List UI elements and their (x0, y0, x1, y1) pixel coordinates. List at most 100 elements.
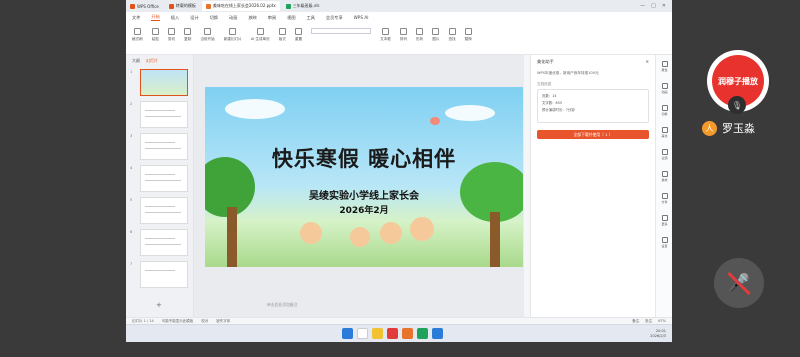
sidebar-properties[interactable]: 属性 (659, 61, 670, 72)
slide-thumbnail-2[interactable] (140, 101, 188, 128)
find-button[interactable]: 查找 (448, 28, 456, 42)
font-selector[interactable] (311, 28, 372, 34)
tab-template[interactable]: 转载的模板 (165, 1, 200, 11)
menu-insert[interactable]: 插入 (171, 15, 179, 21)
notes-toggle[interactable]: 备注 (632, 319, 639, 324)
comments-toggle[interactable]: 批注 (645, 319, 652, 324)
tab-outline[interactable]: 大纲 (132, 58, 140, 64)
ppt-taskbar-icon[interactable] (402, 328, 413, 339)
file-icon (661, 193, 668, 199)
system-clock[interactable]: 20:01 2026/2/3 (650, 329, 666, 338)
current-slide[interactable]: 快乐寒假 暖心相伴 吴绫实验小学线上家长会 2026年2月 (205, 87, 523, 267)
tab-xls[interactable]: 三年级班级.xls (282, 1, 324, 11)
child-figure (380, 222, 402, 244)
sidebar-file[interactable]: 文件 (659, 193, 670, 204)
minimize-icon[interactable]: — (640, 3, 645, 9)
slide-thumbnail-panel: 大纲 幻灯片 1 2 3 4 5 6 7 + (126, 55, 194, 317)
start-icon[interactable] (342, 328, 353, 339)
slide-thumbnail-3[interactable] (140, 133, 188, 160)
cloud-decoration (225, 99, 285, 119)
tab-wps-home[interactable]: WPS Office (126, 1, 163, 11)
promo-text[interactable]: WPS年度优惠，新用户首年特惠100元 (531, 69, 655, 78)
menu-slideshow[interactable]: 放映 (248, 15, 256, 21)
thumb-text-line (145, 244, 181, 245)
arrange-button[interactable]: 排列 (400, 28, 407, 42)
wps-taskbar-icon[interactable] (387, 328, 398, 339)
shape-button[interactable]: 形状 (416, 28, 423, 42)
copy-button[interactable]: 复制 (184, 28, 191, 42)
brush-icon (133, 28, 141, 35)
menu-view[interactable]: 视图 (287, 15, 295, 21)
slide-thumbnail-4[interactable] (140, 165, 188, 192)
menu-file[interactable]: 文件 (132, 15, 140, 21)
sidebar-transition[interactable]: 切换 (659, 105, 670, 116)
search-icon[interactable] (357, 328, 368, 339)
shape-icon (416, 28, 424, 35)
avatar: 人 (702, 120, 717, 136)
cloud-decoration (445, 105, 495, 121)
reset-button[interactable]: 重置 (295, 28, 302, 42)
menu-transition[interactable]: 切换 (210, 15, 218, 21)
slide-number: 2 (130, 102, 133, 106)
menu-wps-ai[interactable]: WPS AI (354, 15, 369, 20)
sidebar-settings[interactable]: 设置 (659, 237, 670, 248)
xls-taskbar-icon[interactable] (417, 328, 428, 339)
proofing-button[interactable]: 校对 (201, 319, 208, 324)
textbox-button[interactable]: 文本框 (380, 28, 391, 42)
user-chip[interactable]: 人 罗玉淼 (702, 120, 755, 136)
sidebar-theme[interactable]: 主题 (659, 149, 670, 160)
layout-button[interactable]: 版式 (279, 28, 286, 42)
sidebar-beautify[interactable]: 美化 (659, 127, 670, 138)
menu-animation[interactable]: 动画 (229, 15, 237, 21)
thumb-text-line (145, 110, 175, 111)
notes-placeholder[interactable]: 单击此处添加备注 (267, 302, 297, 308)
play-icon (204, 28, 212, 35)
slide-thumbnail-5[interactable] (140, 197, 188, 224)
slide-thumbnail-7[interactable] (140, 261, 188, 288)
status-right: 备注 批注 67% (632, 319, 666, 324)
menu-review[interactable]: 审阅 (268, 15, 276, 21)
cut-button[interactable]: 剪切 (168, 28, 175, 42)
picture-button[interactable]: 图片 (432, 28, 439, 42)
speech-duration: 预计演讲时长：7分钟 (542, 108, 575, 112)
close-icon[interactable]: ✕ (662, 3, 666, 9)
menu-tools[interactable]: 工具 (307, 15, 315, 21)
slide-thumbnail-1[interactable] (140, 69, 188, 96)
sidebar-assets[interactable]: 素材 (659, 171, 670, 182)
ai-generate-button[interactable]: AI 生成单页 (251, 28, 270, 42)
page-count: 页数：14 (542, 94, 557, 98)
textbox-icon (382, 28, 389, 35)
ribbon-toolbar: 格式刷 粘贴 剪切 复制 当前开始 新建幻灯片 AI 生成单页 版式 重置 文本… (126, 23, 672, 55)
slide-title: 快乐寒假 暖心相伴 (271, 147, 457, 171)
window-controls: — □ ✕ (640, 3, 672, 9)
theme-warning[interactable]: 可能不能显示此模板 (162, 319, 194, 324)
menu-home[interactable]: 开始 (151, 14, 160, 21)
zoom-level[interactable]: 67% (658, 319, 666, 324)
browser-icon[interactable] (432, 328, 443, 339)
paste-button[interactable]: 粘贴 (152, 28, 159, 42)
slide-thumbnail-6[interactable] (140, 229, 188, 256)
paste-icon (151, 28, 159, 35)
folder-icon[interactable] (372, 328, 383, 339)
xls-icon (285, 3, 291, 9)
new-slide-button[interactable]: 新建幻灯片 (224, 28, 242, 42)
tab-slides[interactable]: 幻灯片 (146, 58, 158, 64)
menu-member[interactable]: 会员专享 (326, 15, 343, 21)
menu-design[interactable]: 设计 (190, 15, 198, 21)
close-icon[interactable]: ✕ (645, 59, 649, 65)
animation-icon (661, 83, 668, 89)
sidebar-animation[interactable]: 动画 (659, 83, 670, 94)
add-slide-icon[interactable]: + (156, 301, 162, 309)
mic-icon[interactable]: 🎙 (728, 96, 746, 114)
mute-mic-button[interactable]: 🎤 (714, 258, 764, 308)
maximize-icon[interactable]: □ (651, 3, 656, 9)
missing-font-button[interactable]: 缺失字体 (216, 319, 230, 324)
replace-button[interactable]: 替换 (465, 28, 472, 42)
format-painter-button[interactable]: 格式刷 (132, 28, 143, 42)
sidebar-more[interactable]: 更多 (659, 215, 670, 226)
font-name-field[interactable] (311, 28, 372, 34)
download-all-button[interactable]: 全部下载并使用（ 1 ） (537, 130, 649, 139)
user-name: 罗玉淼 (722, 122, 755, 135)
tab-pptx[interactable]: 美味吃在线上家长会2026.02.pptx (201, 1, 280, 11)
from-current-button[interactable]: 当前开始 (200, 28, 215, 42)
